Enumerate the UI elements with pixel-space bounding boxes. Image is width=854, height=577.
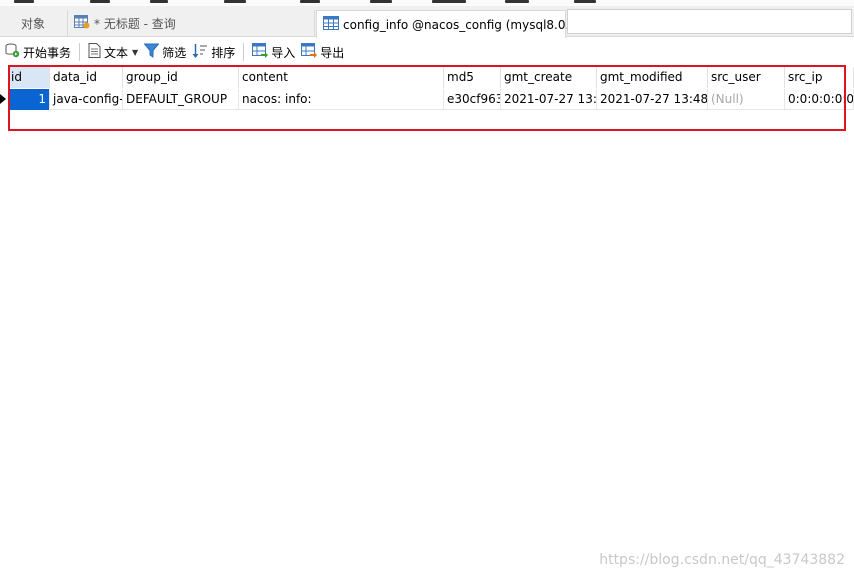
column-header-group-id[interactable]: group_id [123,67,239,88]
tab-objects[interactable]: 对象 [0,10,66,37]
tab-config-info[interactable]: config_info @nacos_config (mysql8.0... [316,10,577,38]
import-label: 导入 [271,45,296,60]
cell-data-id[interactable]: java-config- [50,89,123,110]
cell-gmt-modified[interactable]: 2021-07-27 13:48:4 [597,89,708,110]
cell-content[interactable]: nacos: info: [239,89,444,110]
cell-src-user[interactable]: (Null) [708,89,785,110]
begin-transaction-label: 开始事务 [23,45,72,60]
grid-toolbar: 开始事务 文本 ▼ 筛选 排序 导入 导出 [0,38,854,66]
toolbar-separator [79,43,81,61]
tab-config-info-label: config_info @nacos_config (mysql8.0... [343,17,577,32]
transaction-icon [5,43,20,61]
begin-transaction-button[interactable]: 开始事务 [2,40,74,64]
export-label: 导出 [320,45,345,60]
toolbar-separator [243,43,245,61]
sort-label: 排序 [211,45,236,60]
chevron-down-icon[interactable]: ▼ [132,48,138,57]
filter-label: 筛选 [162,45,187,60]
cell-md5[interactable]: e30cf9639 [444,89,501,110]
text-label: 文本 [104,45,129,60]
column-header-data-id[interactable]: data_id [50,67,123,88]
tab-bar-empty-area [567,9,852,34]
tab-untitled-query[interactable]: * 无标题 - 查询 [67,10,315,37]
column-header-content[interactable]: content [239,67,444,88]
data-grid[interactable]: id data_id group_id content md5 gmt_crea… [0,67,854,577]
tab-objects-label: 对象 [20,17,45,31]
table-row[interactable]: 1 java-config- DEFAULT_GROUP nacos: info… [8,89,854,110]
grid-header: id data_id group_id content md5 gmt_crea… [8,67,854,88]
document-icon [88,43,101,61]
tab-untitled-query-label: * 无标题 - 查询 [94,17,176,31]
import-button[interactable]: 导入 [249,40,298,64]
column-header-src-ip[interactable]: src_ip [785,67,854,88]
cell-group-id[interactable]: DEFAULT_GROUP [123,89,239,110]
watermark: https://blog.csdn.net/qq_43743882 [599,552,845,568]
row-pointer-icon [0,94,6,104]
table-icon [323,16,339,33]
filter-icon [143,43,160,61]
column-header-id[interactable]: id [8,67,50,88]
sort-button[interactable]: 排序 [189,40,238,64]
cell-id[interactable]: 1 [8,89,50,110]
export-icon [301,43,318,61]
import-icon [252,43,269,61]
cell-src-ip[interactable]: 0:0:0:0:0:0: [785,89,854,110]
filter-button[interactable]: 筛选 [141,40,189,64]
cell-gmt-create[interactable]: 2021-07-27 13:4 [501,89,597,110]
text-button[interactable]: 文本 ▼ [85,40,141,64]
column-header-gmt-create[interactable]: gmt_create [501,67,597,88]
column-header-src-user[interactable]: src_user [708,67,785,88]
column-header-md5[interactable]: md5 [444,67,501,88]
sort-icon [192,43,208,62]
query-grid-icon [74,15,90,32]
column-header-gmt-modified[interactable]: gmt_modified [597,67,708,88]
export-button[interactable]: 导出 [298,40,347,64]
